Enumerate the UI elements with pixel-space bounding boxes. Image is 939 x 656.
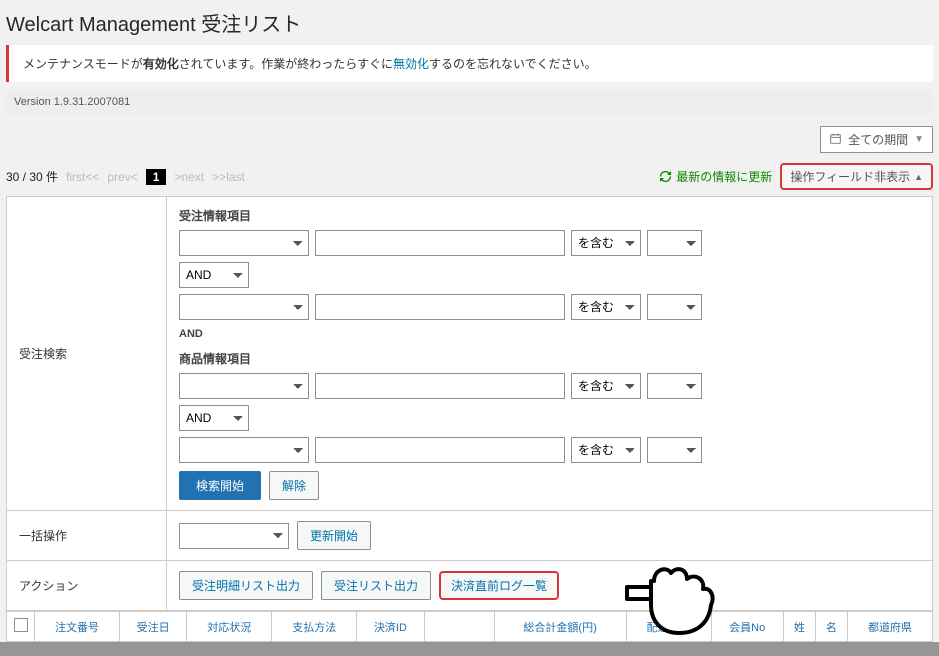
select-all-checkbox[interactable] — [14, 618, 28, 632]
product-extra-1[interactable] — [647, 373, 702, 399]
payment-log-button[interactable]: 決済直前ログ一覧 — [439, 571, 559, 600]
version-bar: Version 1.9.31.2007081 — [6, 90, 933, 114]
product-andor[interactable]: AND — [179, 405, 249, 431]
page-title: Welcart Management 受注リスト — [6, 4, 933, 45]
col-payment-id[interactable]: 決済ID — [357, 612, 424, 642]
notice-bold: 有効化 — [143, 57, 179, 71]
pager-prev[interactable]: prev< — [107, 170, 137, 184]
product-field-2[interactable] — [179, 437, 309, 463]
refresh-label: 最新の情報に更新 — [676, 168, 772, 185]
bulk-row-label: 一括操作 — [7, 511, 167, 561]
product-match-2[interactable]: を含む — [571, 437, 641, 463]
col-firstname[interactable]: 名 — [815, 612, 847, 642]
order-andor[interactable]: AND — [179, 262, 249, 288]
order-match-1[interactable]: を含む — [571, 230, 641, 256]
bulk-select[interactable] — [179, 523, 289, 549]
pager-next[interactable]: >next — [174, 170, 204, 184]
export-detail-button[interactable]: 受注明細リスト出力 — [179, 571, 313, 600]
maintenance-notice: メンテナンスモードが有効化されています。作業が終わったらすぐに無効化するのを忘れ… — [6, 45, 933, 82]
col-shipping[interactable]: 配送方法 — [626, 612, 711, 642]
order-field-1[interactable] — [179, 230, 309, 256]
product-value-2[interactable] — [315, 437, 565, 463]
refresh-link[interactable]: 最新の情報に更新 — [659, 168, 772, 185]
pager-last[interactable]: >>last — [212, 170, 245, 184]
col-member[interactable]: 会員No — [711, 612, 783, 642]
order-extra-2[interactable] — [647, 294, 702, 320]
orders-table-header: 注文番号 受注日 対応状況 支払方法 決済ID 総合計金額(円) 配送方法 会員… — [6, 611, 933, 642]
notice-post: するのを忘れないでください。 — [429, 57, 597, 71]
calendar-icon — [829, 132, 842, 148]
col-hidden[interactable] — [424, 612, 494, 642]
and-separator: AND — [179, 328, 920, 340]
chevron-down-icon: ▼ — [914, 134, 924, 145]
record-count: 30 / 30 件 — [6, 168, 58, 185]
product-match-1[interactable]: を含む — [571, 373, 641, 399]
order-extra-1[interactable] — [647, 230, 702, 256]
product-value-1[interactable] — [315, 373, 565, 399]
bulk-update-button[interactable]: 更新開始 — [297, 521, 371, 550]
order-value-2[interactable] — [315, 294, 565, 320]
search-clear-button[interactable]: 解除 — [269, 471, 319, 500]
notice-mid: されています。作業が終わったらすぐに — [179, 57, 393, 71]
order-section-title: 受注情報項目 — [179, 207, 920, 224]
col-pref[interactable]: 都道府県 — [847, 612, 932, 642]
period-label: 全ての期間 — [848, 131, 908, 148]
col-total[interactable]: 総合計金額(円) — [494, 612, 626, 642]
product-section-title: 商品情報項目 — [179, 350, 920, 367]
pager-current: 1 — [146, 169, 167, 185]
action-row-label: アクション — [7, 561, 167, 611]
col-status[interactable]: 対応状況 — [187, 612, 272, 642]
search-row-label: 受注検索 — [7, 197, 167, 511]
pager-first[interactable]: first<< — [66, 170, 99, 184]
toggle-fields-label: 操作フィールド非表示 — [790, 168, 910, 185]
period-select[interactable]: 全ての期間 ▼ — [820, 126, 933, 153]
notice-pre: メンテナンスモードが — [23, 57, 143, 71]
col-lastname[interactable]: 姓 — [783, 612, 815, 642]
search-start-button[interactable]: 検索開始 — [179, 471, 261, 500]
order-match-2[interactable]: を含む — [571, 294, 641, 320]
product-field-1[interactable] — [179, 373, 309, 399]
order-value-1[interactable] — [315, 230, 565, 256]
col-payment[interactable]: 支払方法 — [272, 612, 357, 642]
col-order-date[interactable]: 受注日 — [119, 612, 186, 642]
toggle-fields-button[interactable]: 操作フィールド非表示 ▲ — [780, 163, 933, 190]
col-order-no[interactable]: 注文番号 — [35, 612, 120, 642]
refresh-icon — [659, 170, 672, 183]
triangle-up-icon: ▲ — [914, 172, 923, 182]
notice-disable-link[interactable]: 無効化 — [393, 57, 429, 71]
order-field-2[interactable] — [179, 294, 309, 320]
product-extra-2[interactable] — [647, 437, 702, 463]
footer-bar — [0, 642, 939, 656]
export-list-button[interactable]: 受注リスト出力 — [321, 571, 431, 600]
